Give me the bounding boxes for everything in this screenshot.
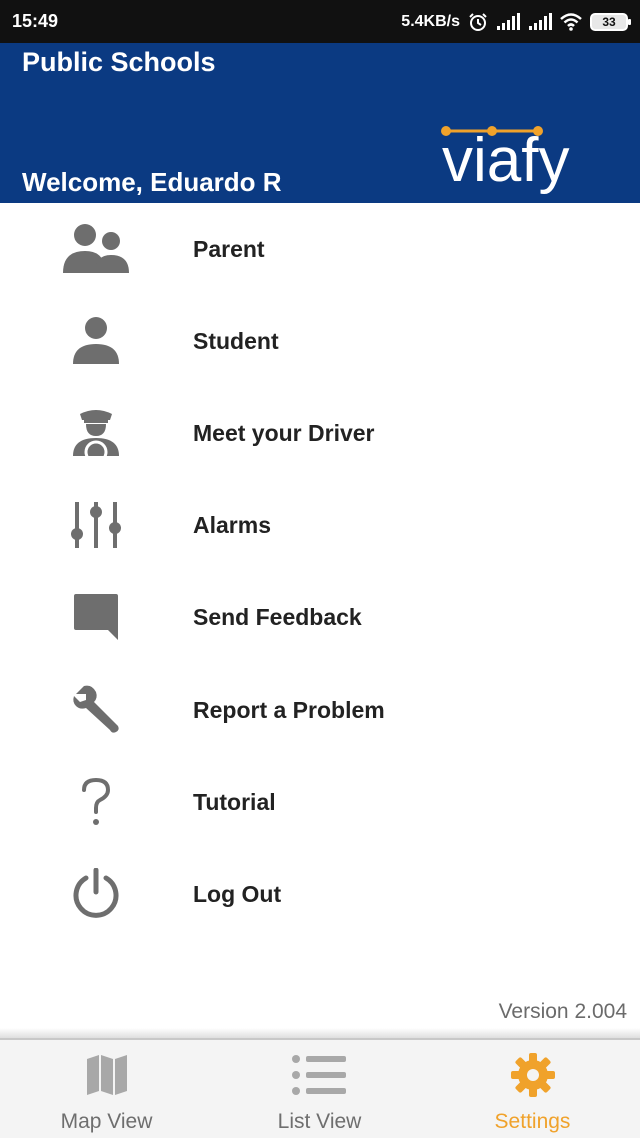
menu-item-student[interactable]: Student: [0, 301, 640, 381]
menu-item-report-problem[interactable]: Report a Problem: [0, 670, 640, 750]
signal-icon: [496, 12, 520, 31]
menu-item-label: Send Feedback: [193, 603, 362, 630]
menu-item-label: Meet your Driver: [193, 419, 375, 446]
menu-item-alarms[interactable]: Alarms: [0, 485, 640, 565]
menu-item-parent[interactable]: Parent: [0, 209, 640, 289]
status-time: 15:49: [12, 11, 59, 31]
question-icon: [60, 766, 132, 838]
tab-settings[interactable]: Settings: [426, 1040, 639, 1138]
menu-item-label: Alarms: [193, 511, 271, 538]
power-icon: [60, 858, 132, 930]
version-label: Version 2.004: [498, 1000, 627, 1023]
menu-item-label: Log Out: [193, 880, 282, 907]
network-speed: 5.4KB/s: [401, 12, 460, 30]
bottom-nav: Map View List View Settings: [0, 1038, 640, 1138]
nav-label: List View: [277, 1110, 362, 1133]
signal-icon: [528, 12, 552, 31]
status-indicators: 5.4KB/s 33: [401, 12, 631, 32]
map-icon: [77, 1050, 137, 1100]
logo-text: viafy: [442, 126, 569, 195]
page-title: Public Schools: [22, 47, 216, 77]
tab-map-view[interactable]: Map View: [0, 1040, 213, 1138]
menu-item-label: Parent: [193, 235, 265, 262]
menu-item-send-feedback[interactable]: Send Feedback: [0, 577, 640, 657]
status-bar: 15:49 5.4KB/s 33: [0, 0, 640, 43]
menu-item-label: Tutorial: [193, 788, 276, 815]
driver-icon: [60, 397, 132, 469]
menu-item-tutorial[interactable]: Tutorial: [0, 762, 640, 842]
app-header: Public Schools viafy Welcome, Eduardo R: [0, 43, 640, 203]
menu-item-log-out[interactable]: Log Out: [0, 854, 640, 934]
list-icon: [290, 1050, 350, 1100]
tab-list-view[interactable]: List View: [213, 1040, 426, 1138]
parent-group-icon: [60, 213, 132, 285]
gear-icon: [503, 1050, 563, 1100]
nav-label: Map View: [60, 1110, 153, 1133]
nav-label: Settings: [494, 1110, 571, 1133]
sliders-icon: [60, 489, 132, 561]
menu-item-label: Student: [193, 327, 279, 354]
wifi-icon: [560, 12, 582, 31]
viafy-logo: viafy: [441, 126, 569, 195]
welcome-message: Welcome, Eduardo R: [22, 167, 282, 197]
chat-bubble-icon: [60, 581, 132, 653]
menu-item-label: Report a Problem: [193, 696, 385, 723]
student-person-icon: [60, 305, 132, 377]
menu-item-meet-driver[interactable]: Meet your Driver: [0, 393, 640, 473]
wrench-icon: [60, 674, 132, 746]
battery-icon: 33: [590, 12, 631, 31]
alarm-icon: [468, 12, 488, 32]
